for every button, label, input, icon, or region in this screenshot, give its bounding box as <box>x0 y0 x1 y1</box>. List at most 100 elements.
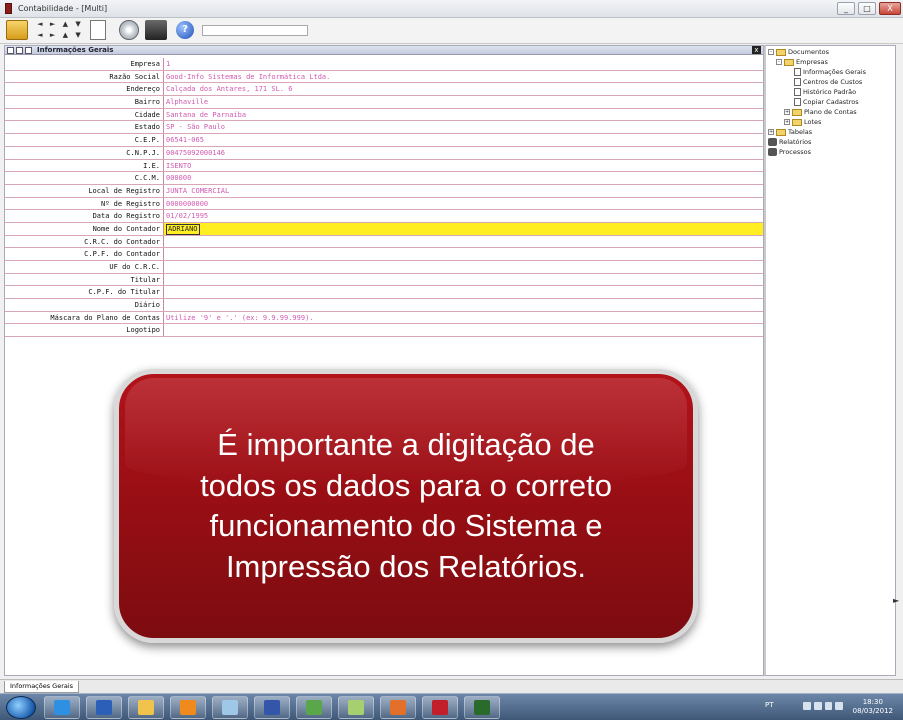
tree-item-copiar-cadastros[interactable]: Copiar Cadastros <box>794 97 859 107</box>
media-player-icon <box>180 700 196 715</box>
field-input[interactable]: Santana de Parnaíba <box>163 108 763 121</box>
tree-item-informacoes-gerais[interactable]: Informações Gerais <box>794 67 866 77</box>
printer-icon[interactable] <box>145 20 167 40</box>
open-folder-icon[interactable] <box>6 20 28 40</box>
form-row: Razão Social Good-Info Sistemas de Inform… <box>5 70 763 84</box>
disc-icon[interactable] <box>119 20 139 40</box>
field-input[interactable] <box>163 299 763 311</box>
close-button[interactable]: X <box>879 2 901 15</box>
tray-power-icon[interactable] <box>835 702 843 710</box>
taskbar-app-notepad[interactable] <box>212 696 248 719</box>
field-input[interactable]: Calçada dos Antares, 171 SL. 6 <box>163 83 763 96</box>
taskbar-app-app-green-light[interactable] <box>338 696 374 719</box>
tree-item-centros-de-custos[interactable]: Centros de Custos <box>794 77 862 87</box>
tree-item-plano-de-contas[interactable]: + Plano de Contas <box>784 107 857 117</box>
panel-header: Informações Gerais x <box>5 46 763 55</box>
tree-item-empresas[interactable]: - Empresas <box>776 57 828 67</box>
tree-item-relatorios[interactable]: Relatórios <box>768 137 811 147</box>
field-input[interactable] <box>163 273 763 286</box>
panel-check-icon[interactable] <box>25 47 32 54</box>
collapse-icon[interactable]: - <box>776 59 782 65</box>
nav-first-icon[interactable]: ◄ <box>34 20 46 30</box>
tree-item-lotes[interactable]: + Lotes <box>784 117 821 127</box>
field-input[interactable]: Good-Info Sistemas de Informática Ltda. <box>163 70 763 83</box>
field-input[interactable]: ISENTO <box>163 159 763 172</box>
panel-close-button[interactable]: x <box>752 46 761 54</box>
field-label: Nº de Registro <box>100 199 160 208</box>
help-icon[interactable]: ? <box>176 21 194 39</box>
taskbar-app-word[interactable] <box>86 696 122 719</box>
field-input[interactable]: 00475092000146 <box>163 146 763 159</box>
form-row: UF do C.R.C. <box>5 261 763 274</box>
app-red-icon <box>432 700 448 715</box>
nav-delete-icon[interactable]: ▼ <box>72 31 84 41</box>
field-label: Bairro <box>134 98 160 107</box>
expand-icon[interactable]: + <box>784 119 790 125</box>
field-input[interactable] <box>163 286 763 299</box>
tree-item-tabelas[interactable]: + Tabelas <box>768 127 812 137</box>
field-input[interactable]: 01/02/1995 <box>163 210 763 222</box>
form-row: Cidade Santana de Parnaíba <box>5 108 763 122</box>
tree-item-processos[interactable]: Processos <box>768 147 811 157</box>
nav-insert-icon[interactable]: ▲ <box>60 31 72 41</box>
gear-icon <box>768 148 777 156</box>
tree-label: Processos <box>779 148 812 156</box>
taskbar: PT 18:30 08/03/2012 <box>0 693 903 720</box>
clock[interactable]: 18:30 08/03/2012 <box>853 698 893 716</box>
tab-informacoes-gerais[interactable]: Informações Gerais <box>4 681 80 693</box>
folder-icon <box>776 128 786 136</box>
form-row: Titular <box>5 273 763 287</box>
field-input[interactable] <box>163 235 763 248</box>
field-input[interactable]: 1 <box>163 58 763 70</box>
nav-up-icon[interactable]: ▲ <box>60 20 72 30</box>
toolbar-search-input[interactable] <box>202 25 308 36</box>
expand-icon[interactable]: + <box>784 109 790 115</box>
field-label: Estado <box>134 123 160 132</box>
field-input[interactable]: 06541-065 <box>163 134 763 146</box>
nav-last-icon[interactable]: ► <box>47 31 59 41</box>
tray-network-icon[interactable] <box>813 702 822 710</box>
taskbar-app-media-player[interactable] <box>170 696 206 719</box>
field-input[interactable] <box>163 324 763 337</box>
taskbar-app-internet-explorer[interactable] <box>44 696 80 719</box>
tray-flag-icon[interactable] <box>803 702 811 710</box>
language-indicator[interactable]: PT <box>765 701 774 709</box>
nav-down-icon[interactable]: ▼ <box>72 20 84 30</box>
field-input[interactable] <box>163 261 763 273</box>
nav-prev-icon[interactable]: ◄ <box>34 31 46 41</box>
tree-item-documentos[interactable]: - Documentos <box>768 47 829 57</box>
tree-label: Relatórios <box>779 138 812 146</box>
field-input[interactable]: Utilize '9' e '.' (ex: 9.9.99.999). <box>163 311 763 324</box>
taskbar-app-app-red[interactable] <box>422 696 458 719</box>
tree-label: Histórico Padrão <box>803 88 857 96</box>
callout-text: É importante a digitação de todos os dad… <box>119 425 693 587</box>
field-editor[interactable]: ADRIANO <box>166 223 200 235</box>
form-row: C.N.P.J. 00475092000146 <box>5 146 763 160</box>
taskbar-app-app-dark[interactable] <box>464 696 500 719</box>
maximize-button[interactable]: □ <box>858 2 876 15</box>
minimize-button[interactable]: _ <box>837 2 855 15</box>
field-input[interactable]: ADRIANO <box>163 222 763 235</box>
new-document-icon[interactable] <box>90 20 106 40</box>
field-input[interactable]: 0000000000 <box>163 197 763 210</box>
panel-forward-icon[interactable] <box>16 47 23 54</box>
tree-item-historico-padrao[interactable]: Histórico Padrão <box>794 87 856 97</box>
taskbar-app-file-explorer[interactable] <box>128 696 164 719</box>
taskbar-app-app-orange[interactable] <box>380 696 416 719</box>
field-input[interactable] <box>163 248 763 260</box>
field-input[interactable]: Alphaville <box>163 96 763 108</box>
taskbar-app-app-green[interactable] <box>296 696 332 719</box>
taskbar-app-network[interactable] <box>254 696 290 719</box>
tray-volume-icon[interactable] <box>824 702 833 710</box>
scroll-right-icon[interactable]: ► <box>893 596 899 605</box>
field-input[interactable]: JUNTA COMERCIAL <box>163 184 763 197</box>
form-row: Nome do Contador ADRIANO <box>5 222 763 236</box>
field-input[interactable]: 000000 <box>163 172 763 184</box>
panel-back-icon[interactable] <box>7 47 14 54</box>
nav-next-icon[interactable]: ► <box>47 20 59 30</box>
field-label: Máscara do Plano de Contas <box>50 313 160 322</box>
collapse-icon[interactable]: - <box>768 49 774 55</box>
start-button[interactable] <box>6 696 36 719</box>
expand-icon[interactable]: + <box>768 129 774 135</box>
field-input[interactable]: SP - São Paulo <box>163 121 763 134</box>
